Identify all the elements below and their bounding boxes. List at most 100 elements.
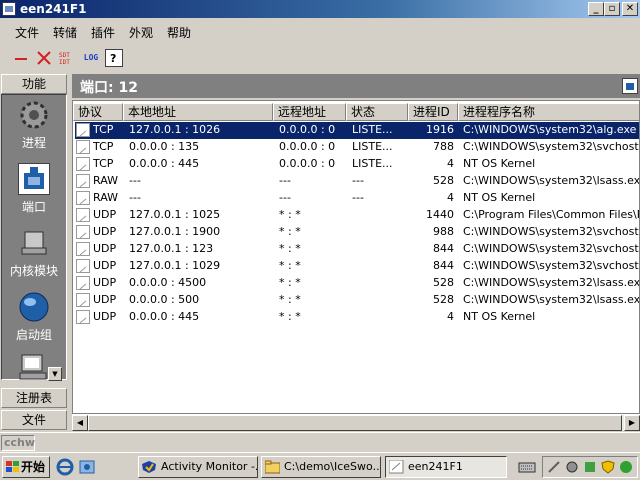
table-row[interactable]: TCP 127.0.0.1 : 1026 0.0.0.0 : 0 LISTE... 19… xyxy=(75,122,639,139)
cell-local: --- xyxy=(129,174,141,187)
cell-remote: * : * xyxy=(279,242,301,255)
cell-pid: 988 xyxy=(433,225,454,238)
network-tray-icon[interactable] xyxy=(583,460,597,474)
sidebar-item-label: 内核模块 xyxy=(9,264,58,278)
menu-help[interactable]: 帮助 xyxy=(167,24,191,41)
taskbar: 开始 Activity Monitor -... C:\demo\IceSwo.… xyxy=(0,452,640,480)
cell-proto: RAW xyxy=(93,191,118,204)
document-icon xyxy=(76,242,90,256)
settings-tray-icon[interactable] xyxy=(565,460,579,474)
start-button[interactable]: 开始 xyxy=(2,456,50,478)
sidebar-item-kernel-modules[interactable]: 内核模块 xyxy=(2,227,66,279)
column-header-local-address[interactable]: 本地地址 xyxy=(123,103,273,121)
cell-local: 0.0.0.0 : 135 xyxy=(129,140,200,153)
pen-icon[interactable] xyxy=(547,460,561,474)
cell-path: C:\WINDOWS\system32\alg.exe xyxy=(463,123,637,136)
computer-icon[interactable] xyxy=(18,353,50,381)
column-header-remote-address[interactable]: 远程地址 xyxy=(273,103,346,121)
cell-remote: 0.0.0.0 : 0 xyxy=(279,123,336,136)
task-activity-monitor[interactable]: Activity Monitor -... xyxy=(138,456,258,478)
menu-appearance[interactable]: 外观 xyxy=(129,24,153,41)
table-row[interactable]: TCP 0.0.0.0 : 445 0.0.0.0 : 0 LISTE... 4 NT O… xyxy=(75,156,639,173)
task-label: een241F1 xyxy=(408,460,463,473)
task-een241f1[interactable]: een241F1 xyxy=(385,456,507,478)
cell-proto: UDP xyxy=(93,259,117,272)
ie-icon[interactable] xyxy=(56,458,74,476)
cell-local: 127.0.0.1 : 1900 xyxy=(129,225,221,238)
menu-file[interactable]: 文件 xyxy=(15,24,39,41)
sidebar: 功能 进程 端口 内核模块 启动组 ▼ 注册表 文件 xyxy=(0,72,70,432)
minimize-icon[interactable]: _ xyxy=(588,2,604,16)
help-icon[interactable]: ? xyxy=(105,49,123,67)
cell-path: NT OS Kernel xyxy=(463,191,536,204)
sidebar-functions-button[interactable]: 功能 xyxy=(1,74,67,94)
panel-header: 端口: 12 xyxy=(72,74,640,98)
table-row[interactable]: UDP 127.0.0.1 : 1025 * : * 1440 C:\Program F… xyxy=(75,207,639,224)
sidebar-files-button[interactable]: 文件 xyxy=(1,410,67,430)
cell-pid: 844 xyxy=(433,259,454,272)
cell-remote: 0.0.0.0 : 0 xyxy=(279,140,336,153)
sdt-icon[interactable]: SDT IDT xyxy=(58,49,76,67)
column-header-path[interactable]: 进程程序名称 xyxy=(458,103,639,121)
sidebar-panel: 进程 端口 内核模块 启动组 ▼ xyxy=(1,94,67,381)
menu-dump[interactable]: 转储 xyxy=(53,24,77,41)
cell-local: 127.0.0.1 : 1026 xyxy=(129,123,221,136)
table-row[interactable]: TCP 0.0.0.0 : 135 0.0.0.0 : 0 LISTE... 788 C:… xyxy=(75,139,639,156)
app-icon[interactable] xyxy=(2,2,16,16)
sidebar-item-ports[interactable]: 端口 xyxy=(2,163,66,215)
log-button[interactable]: LOG xyxy=(80,49,102,67)
cell-path: C:\WINDOWS\system32\svchost.exe xyxy=(463,259,639,272)
column-header-state[interactable]: 状态 xyxy=(346,103,408,121)
table-row[interactable]: RAW --- --- --- 4 NT OS Kernel xyxy=(75,190,639,207)
task-label: C:\demo\IceSwo... xyxy=(284,460,381,473)
table-row[interactable]: RAW --- --- --- 528 C:\WINDOWS\system32\lsass… xyxy=(75,173,640,190)
cell-pid: 4 xyxy=(447,310,454,323)
sidebar-item-process[interactable]: 进程 xyxy=(2,99,66,151)
sidebar-item-startup[interactable]: 启动组 xyxy=(2,291,66,343)
cell-local: 127.0.0.1 : 1025 xyxy=(129,208,221,221)
column-header-protocol[interactable]: 协议 xyxy=(73,103,123,121)
scroll-left-icon[interactable]: ◀ xyxy=(72,415,88,431)
cell-pid: 4 xyxy=(447,157,454,170)
restore-icon[interactable]: ▫ xyxy=(604,2,620,16)
table-row[interactable]: UDP 0.0.0.0 : 445 * : * 4 NT OS Kernel xyxy=(75,309,639,326)
table-row[interactable]: UDP 0.0.0.0 : 500 * : * 528 C:\WINDOWS\syste… xyxy=(75,292,639,309)
cell-path: C:\WINDOWS\system32\lsass.exe xyxy=(463,174,640,187)
cell-local: 0.0.0.0 : 500 xyxy=(129,293,200,306)
cell-proto: RAW xyxy=(93,174,118,187)
close-icon[interactable]: ✕ xyxy=(622,2,638,16)
cell-path: C:\WINDOWS\system32\svchost.exe xyxy=(463,140,639,153)
security-tray-icon[interactable] xyxy=(619,460,633,474)
scroll-down-icon[interactable]: ▼ xyxy=(48,367,62,381)
scroll-right-icon[interactable]: ▶ xyxy=(624,415,640,431)
toolbar: SDT IDT LOG ? xyxy=(0,44,640,72)
cell-remote: 0.0.0.0 : 0 xyxy=(279,157,336,170)
cell-pid: 528 xyxy=(433,293,454,306)
minus-icon[interactable] xyxy=(12,49,30,67)
show-desktop-icon[interactable] xyxy=(78,458,96,476)
cell-remote: * : * xyxy=(279,225,301,238)
column-header-pid[interactable]: 进程ID xyxy=(408,103,458,121)
title-bar[interactable]: een241F1 _ ▫ ✕ xyxy=(0,0,640,18)
cell-pid: 1916 xyxy=(426,123,454,136)
menu-plugins[interactable]: 插件 xyxy=(91,24,115,41)
shield-icon[interactable] xyxy=(601,460,615,474)
sidebar-registry-button[interactable]: 注册表 xyxy=(1,388,67,408)
delete-icon[interactable] xyxy=(35,49,53,67)
ports-list[interactable]: 协议 本地地址 远程地址 状态 进程ID 进程程序名称 TCP 127.0.0.1… xyxy=(72,100,640,414)
keyboard-icon[interactable] xyxy=(518,459,536,475)
document-icon xyxy=(76,208,90,222)
table-row[interactable]: UDP 0.0.0.0 : 4500 * : * 528 C:\WINDOWS\syst… xyxy=(75,275,639,292)
table-row[interactable]: UDP 127.0.0.1 : 1029 * : * 844 C:\WINDOWS\sy… xyxy=(75,258,639,275)
task-folder[interactable]: C:\demo\IceSwo... xyxy=(261,456,381,478)
cell-pid: 844 xyxy=(433,242,454,255)
panel-icon xyxy=(622,78,638,94)
cell-proto: UDP xyxy=(93,225,117,238)
horizontal-scrollbar[interactable]: ◀ ▶ xyxy=(72,414,640,431)
table-row[interactable]: UDP 127.0.0.1 : 123 * : * 844 C:\WINDOWS\sys… xyxy=(75,241,639,258)
cell-local: 0.0.0.0 : 445 xyxy=(129,310,200,323)
scrollbar-thumb[interactable] xyxy=(88,415,622,431)
task-label: Activity Monitor -... xyxy=(161,460,258,473)
cell-proto: UDP xyxy=(93,293,117,306)
table-row[interactable]: UDP 127.0.0.1 : 1900 * : * 988 C:\WINDOWS\sy… xyxy=(75,224,639,241)
